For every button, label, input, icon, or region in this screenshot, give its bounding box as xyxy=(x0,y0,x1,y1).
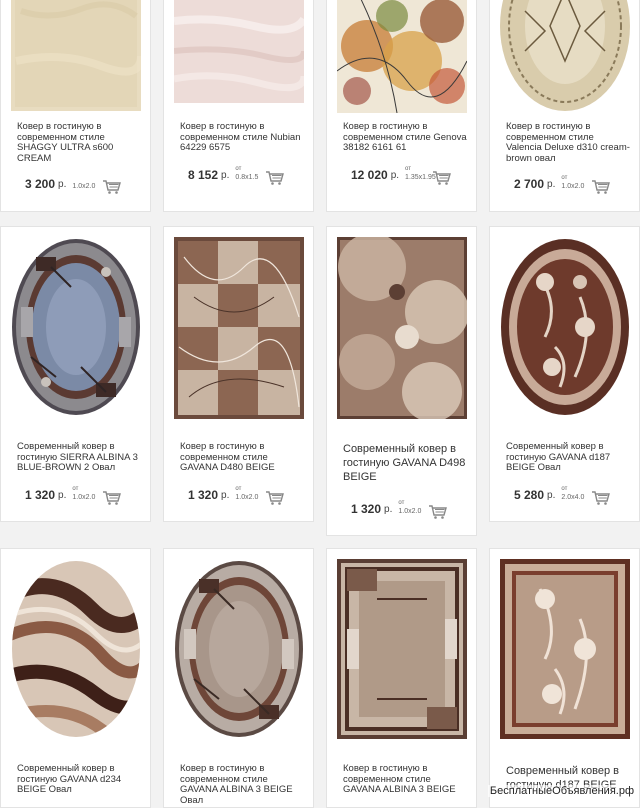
size-info: от 1.0x2.0 xyxy=(70,486,104,504)
cart-icon[interactable] xyxy=(265,170,285,186)
cart-icon[interactable] xyxy=(432,170,452,186)
rug-image[interactable] xyxy=(11,0,141,111)
price: 3 200 xyxy=(25,177,56,191)
rug-image[interactable] xyxy=(337,0,467,113)
cart-icon[interactable] xyxy=(102,490,122,506)
rug-image[interactable] xyxy=(174,0,304,103)
rug-image[interactable] xyxy=(174,237,304,419)
size-info: от 2.0x4.0 xyxy=(559,486,593,504)
watermark: БесплатныеОбъявления.рф xyxy=(487,785,636,797)
cart-icon[interactable] xyxy=(265,490,285,506)
currency: р. xyxy=(221,169,230,181)
size-label: 2.0x4.0 xyxy=(561,494,585,501)
rug-image[interactable] xyxy=(337,237,467,419)
product-card[interactable]: Ковер в гостиную в современном стиле Val… xyxy=(489,0,640,212)
size-label: 1.0x2.0 xyxy=(72,183,96,190)
product-card[interactable]: Современный ковер в гостиную GAVANA d234… xyxy=(0,548,151,808)
from-label: от xyxy=(405,166,411,172)
price: 1 320 xyxy=(25,488,56,502)
product-card[interactable]: Современный ковер в гостиную SIERRA ALBI… xyxy=(0,226,151,522)
size-label: 1.0x2.0 xyxy=(398,508,422,515)
product-title[interactable]: Современный ковер в гостиную GAVANA D498… xyxy=(343,442,468,484)
price-row: 12 020 р. от 1.35x1.95 xyxy=(351,166,437,184)
from-label: от xyxy=(235,166,242,172)
product-title[interactable]: Ковер в гостиную в современном стиле GAV… xyxy=(343,763,468,796)
product-card[interactable]: Ковер в гостиную в современном стиле GAV… xyxy=(163,548,314,808)
price: 2 700 xyxy=(514,177,545,191)
from-label: от xyxy=(398,500,405,506)
rug-image[interactable] xyxy=(500,0,630,111)
size-info: от 1.0x2.0 xyxy=(396,500,430,518)
currency: р. xyxy=(58,489,67,501)
product-card[interactable]: Ковер в гостиную в современном стиле SHA… xyxy=(0,0,151,212)
product-title[interactable]: Современный ковер в гостиную SIERRA ALBI… xyxy=(17,441,142,474)
product-title[interactable]: Ковер в гостиную в современном стиле Nub… xyxy=(180,121,305,154)
cart-icon[interactable] xyxy=(591,490,611,506)
size-info: от 1.0x2.0 xyxy=(559,175,593,193)
size-label: 0.8x1.5 xyxy=(235,174,259,181)
rug-image[interactable] xyxy=(500,559,630,739)
from-label: от xyxy=(561,486,568,492)
price-row: 1 320 р. от 1.0x2.0 xyxy=(351,500,430,518)
currency: р. xyxy=(58,178,67,190)
product-title[interactable]: Ковер в гостиную в современном стиле Val… xyxy=(506,121,631,164)
rug-image[interactable] xyxy=(11,559,141,739)
product-card[interactable]: Ковер в гостиную в современном стиле GAV… xyxy=(326,548,477,808)
cart-icon[interactable] xyxy=(428,504,448,520)
price: 8 152 xyxy=(188,168,219,182)
size-label: 1.0x2.0 xyxy=(235,494,259,501)
price-row: 8 152 р. от 0.8x1.5 xyxy=(188,166,267,184)
from-label: от xyxy=(72,486,79,492)
product-title[interactable]: Современный ковер в гостиную GAVANA d187… xyxy=(506,441,631,474)
currency: р. xyxy=(384,503,393,515)
product-card[interactable]: Современный ковер в гостиную GAVANA D498… xyxy=(326,226,477,536)
price-row: 1 320 р. от 1.0x2.0 xyxy=(188,486,267,504)
cart-icon[interactable] xyxy=(102,179,122,195)
product-card[interactable]: Современный ковер в гостиную GAVANA d187… xyxy=(489,226,640,522)
currency: р. xyxy=(390,169,400,181)
price-row: 3 200 р. 1.0x2.0 xyxy=(25,175,104,193)
rug-image[interactable] xyxy=(174,559,304,739)
product-title[interactable]: Ковер в гостиную в современном стиле Gen… xyxy=(343,121,468,154)
product-title[interactable]: Ковер в гостиную в современном стиле SHA… xyxy=(17,121,142,164)
price-row: 2 700 р. от 1.0x2.0 xyxy=(514,175,593,193)
size-label: 1.0x2.0 xyxy=(561,183,585,190)
price: 12 020 xyxy=(351,168,388,182)
product-card[interactable]: Ковер в гостиную в современном стиле Gen… xyxy=(326,0,477,212)
size-label: 1.0x2.0 xyxy=(72,494,96,501)
price-row: 1 320 р. от 1.0x2.0 xyxy=(25,486,104,504)
from-label: от xyxy=(235,486,242,492)
size-info: от 0.8x1.5 xyxy=(233,166,267,184)
currency: р. xyxy=(221,489,230,501)
from-label: от xyxy=(561,175,568,181)
rug-image[interactable] xyxy=(11,237,141,417)
price: 1 320 xyxy=(188,488,219,502)
product-card[interactable]: Ковер в гостиную в современном стиле Nub… xyxy=(163,0,314,212)
price-row: 5 280 р. от 2.0x4.0 xyxy=(514,486,593,504)
size-info: от 1.0x2.0 xyxy=(233,486,267,504)
product-card[interactable]: Современный ковер в гостиную d187 BEIGE xyxy=(489,548,640,808)
product-title[interactable]: Ковер в гостиную в современном стиле GAV… xyxy=(180,441,305,474)
price: 1 320 xyxy=(351,502,382,516)
rug-image[interactable] xyxy=(500,237,630,417)
cart-icon[interactable] xyxy=(591,179,611,195)
size-info: 1.0x2.0 xyxy=(70,175,104,193)
rug-image[interactable] xyxy=(337,559,467,739)
product-title[interactable]: Современный ковер в гостиную GAVANA d234… xyxy=(17,763,142,796)
price: 5 280 xyxy=(514,488,545,502)
currency: р. xyxy=(547,178,556,190)
currency: р. xyxy=(547,489,556,501)
product-card[interactable]: Ковер в гостиную в современном стиле GAV… xyxy=(163,226,314,522)
product-title[interactable]: Ковер в гостиную в современном стиле GAV… xyxy=(180,763,305,806)
